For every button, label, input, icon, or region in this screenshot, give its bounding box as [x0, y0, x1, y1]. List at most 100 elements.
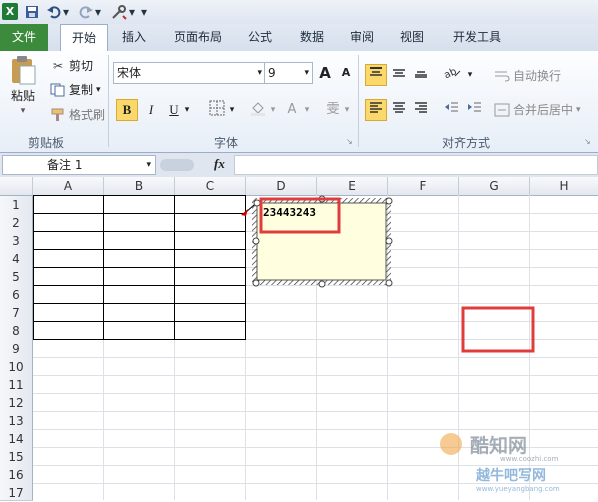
copy-icon — [50, 83, 65, 96]
watermark-title-2: 越牛吧写网 — [476, 468, 546, 484]
tab-insert[interactable]: 插入 — [114, 24, 154, 51]
increase-indent-icon — [468, 102, 481, 112]
tab-data[interactable]: 数据 — [292, 24, 332, 51]
align-bottom-icon — [415, 71, 427, 78]
insert-function-icon[interactable]: fx — [214, 156, 225, 172]
font-color-dropdown-icon[interactable]: ▾ — [301, 99, 313, 121]
divider — [358, 55, 359, 147]
worksheet-grid[interactable]: A B C D E F G H 1 2 3 4 5 6 7 8 9 10 11 … — [0, 177, 598, 501]
formula-input[interactable] — [234, 155, 598, 175]
customize-toolbar-icon[interactable]: ▾ — [140, 3, 148, 20]
borders-button[interactable] — [206, 99, 228, 121]
align-bottom-button[interactable] — [410, 64, 432, 86]
format-painter-button[interactable]: 格式刷 — [50, 106, 105, 123]
paste-dropdown-icon[interactable]: ▾ — [21, 106, 26, 116]
align-middle-button[interactable] — [388, 64, 410, 86]
wrap-text-icon — [495, 71, 510, 81]
redo-dropdown-icon[interactable]: ▾ — [94, 3, 102, 20]
phonetic-dropdown-icon[interactable]: ▾ — [341, 99, 353, 121]
font-size-value: 9 — [268, 66, 276, 80]
watermark: 酷知网 www.coozhi.com 越牛吧写网 www.yueyangbang… — [440, 431, 590, 497]
tab-review[interactable]: 审阅 — [342, 24, 382, 51]
orientation-button[interactable]: ab — [441, 64, 463, 86]
wrap-text-button[interactable]: 自动换行 — [494, 67, 561, 84]
merge-center-button[interactable]: 合并后居中 ▾ — [494, 101, 581, 118]
align-center-icon — [393, 102, 405, 113]
chevron-down-icon: ▾ — [146, 160, 151, 170]
highlight-box — [461, 306, 535, 353]
paste-icon — [12, 56, 36, 85]
redo-icon[interactable] — [78, 3, 94, 20]
tab-file[interactable]: 文件 — [0, 24, 48, 51]
name-box-value: 备注 1 — [47, 158, 83, 172]
ribbon-home: 粘贴 ▾ ✂ 剪切 复制 ▾ 格式刷 剪贴板 宋体 ▾ 9 ▾ A A B I … — [0, 51, 598, 153]
tab-page-layout[interactable]: 页面布局 — [166, 24, 230, 51]
save-icon[interactable] — [24, 3, 40, 20]
font-color-button[interactable]: A — [281, 99, 303, 121]
watermark-logo-icon — [440, 433, 462, 455]
format-painter-icon — [51, 108, 64, 121]
undo-icon[interactable] — [46, 3, 62, 20]
grow-font-button[interactable]: A — [314, 62, 336, 84]
align-left-button[interactable] — [365, 99, 387, 121]
font-size-select[interactable]: 9 ▾ — [264, 62, 313, 84]
formula-bar: 备注 1 ▾ fx — [0, 153, 598, 177]
divider — [108, 55, 109, 147]
copy-button[interactable]: 复制 ▾ — [50, 81, 101, 98]
copy-dropdown-icon[interactable]: ▾ — [96, 85, 101, 95]
merge-dropdown-icon[interactable]: ▾ — [576, 105, 581, 115]
bold-button[interactable]: B — [116, 99, 138, 121]
quick-access-toolbar: X ▾ ▾ ▾ ▾ — [0, 0, 598, 24]
chevron-down-icon: ▾ — [257, 68, 262, 78]
align-top-icon — [370, 67, 382, 76]
font-dialog-launcher-icon[interactable]: ↘ — [346, 137, 353, 146]
watermark-title: 酷知网 — [470, 435, 528, 457]
decrease-indent-icon — [445, 102, 458, 112]
chevron-down-icon: ▾ — [304, 68, 309, 78]
borders-dropdown-icon[interactable]: ▾ — [226, 99, 238, 121]
align-center-button[interactable] — [388, 99, 410, 121]
fill-color-button[interactable] — [247, 99, 269, 121]
tab-formulas[interactable]: 公式 — [240, 24, 280, 51]
font-group-label: 字体 — [214, 136, 239, 150]
shrink-font-button[interactable]: A — [335, 62, 357, 84]
text-orientation-icon: ab — [443, 66, 461, 81]
align-right-icon — [415, 102, 427, 113]
watermark-url: www.coozhi.com — [500, 455, 559, 463]
fill-dropdown-icon[interactable]: ▾ — [267, 99, 279, 121]
cut-button[interactable]: ✂ 剪切 — [50, 57, 93, 74]
tab-view[interactable]: 视图 — [392, 24, 432, 51]
copy-label: 复制 — [69, 83, 94, 97]
italic-button[interactable]: I — [140, 99, 162, 121]
align-left-icon — [370, 102, 382, 113]
alignment-group-label: 对齐方式 — [442, 136, 491, 150]
alignment-dialog-launcher-icon[interactable]: ↘ — [584, 137, 591, 146]
merge-center-label: 合并后居中 — [513, 103, 574, 117]
wrap-text-label: 自动换行 — [513, 69, 562, 83]
merge-center-icon — [494, 103, 510, 116]
paste-label: 粘贴 — [10, 89, 35, 103]
decrease-indent-button[interactable] — [441, 99, 463, 121]
orientation-dropdown-icon[interactable]: ▾ — [464, 64, 476, 86]
name-box[interactable]: 备注 1 ▾ — [2, 155, 156, 175]
align-right-button[interactable] — [410, 99, 432, 121]
tab-developer[interactable]: 开发工具 — [444, 24, 510, 51]
increase-indent-button[interactable] — [464, 99, 486, 121]
align-middle-icon — [393, 69, 405, 77]
clipboard-group-label: 剪贴板 — [28, 136, 65, 150]
borders-icon — [209, 100, 225, 116]
cut-label: 剪切 — [69, 59, 94, 73]
tools-icon[interactable] — [110, 3, 128, 20]
comment-text[interactable]: 23443243 — [263, 206, 316, 219]
align-top-button[interactable] — [365, 64, 387, 86]
tools-dropdown-icon[interactable]: ▾ — [128, 3, 136, 20]
formula-bar-splitter[interactable] — [160, 159, 194, 171]
underline-dropdown-icon[interactable]: ▾ — [181, 99, 193, 121]
undo-dropdown-icon[interactable]: ▾ — [62, 3, 70, 20]
tab-home[interactable]: 开始 — [60, 24, 108, 52]
font-name-value: 宋体 — [117, 66, 142, 80]
excel-logo-icon[interactable]: X — [2, 3, 18, 20]
paste-button[interactable]: 粘贴 ▾ — [6, 55, 40, 116]
format-painter-label: 格式刷 — [69, 108, 106, 122]
font-name-select[interactable]: 宋体 ▾ — [113, 62, 266, 84]
